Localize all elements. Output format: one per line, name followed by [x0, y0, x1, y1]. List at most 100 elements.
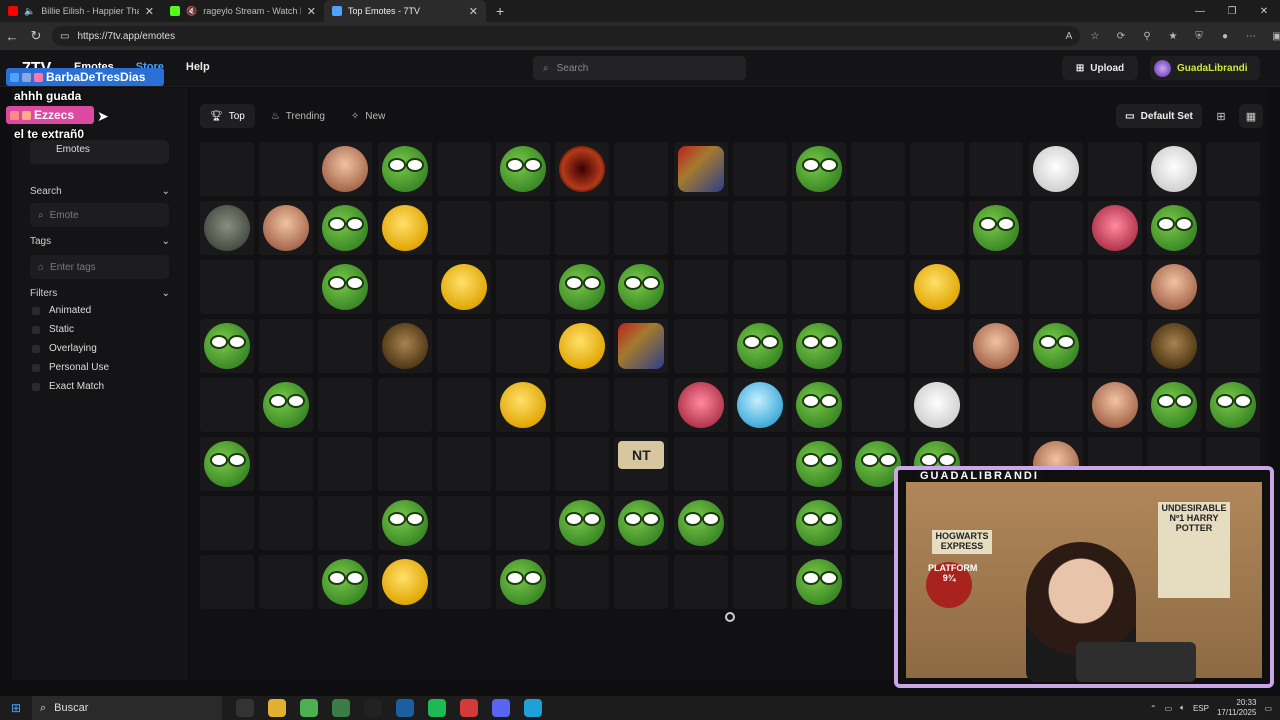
nav-help[interactable]: Help [186, 61, 210, 73]
emote-card[interactable] [200, 142, 254, 196]
emote-card[interactable] [377, 142, 432, 196]
emote-card[interactable] [200, 378, 254, 432]
discord-icon[interactable] [492, 699, 510, 717]
emote-card[interactable] [200, 319, 254, 373]
emote-card[interactable] [910, 260, 965, 314]
emote-card[interactable] [200, 437, 254, 491]
emote-card[interactable] [1028, 319, 1083, 373]
emote-card[interactable] [1147, 201, 1201, 255]
emote-card[interactable] [910, 201, 965, 255]
emote-card[interactable] [969, 378, 1024, 432]
emote-card[interactable] [436, 142, 491, 196]
emote-card[interactable] [851, 378, 906, 432]
emote-card[interactable] [318, 555, 373, 609]
filter-personal-use[interactable]: Personal Use [32, 362, 109, 373]
checkbox[interactable] [32, 344, 40, 353]
emote-card[interactable] [614, 260, 669, 314]
favorites-icon[interactable]: ★ [1164, 31, 1182, 42]
emote-card[interactable] [200, 496, 254, 550]
emote-card[interactable] [495, 496, 550, 550]
emote-card[interactable] [495, 555, 550, 609]
close-window-icon[interactable]: ✕ [1248, 0, 1280, 22]
upload-button[interactable]: ⊞ Upload [1062, 56, 1138, 80]
emote-card[interactable] [259, 260, 314, 314]
checkbox[interactable] [32, 382, 40, 391]
tags-section-header[interactable]: Tags ⌄ [30, 236, 170, 247]
emote-card[interactable] [1147, 319, 1201, 373]
close-tab-icon[interactable]: ✕ [307, 5, 316, 18]
emote-card[interactable] [732, 437, 787, 491]
emote-card[interactable] [555, 555, 610, 609]
emote-card[interactable] [495, 378, 550, 432]
checkbox[interactable] [32, 306, 40, 315]
emote-card[interactable] [436, 319, 491, 373]
emote-card[interactable] [614, 319, 669, 373]
emote-card[interactable] [259, 555, 314, 609]
emote-card[interactable] [969, 319, 1024, 373]
emote-card[interactable] [791, 319, 846, 373]
network-icon[interactable]: ▭ [1165, 704, 1173, 713]
tab-top[interactable]: 🏆︎ Top [200, 104, 255, 128]
emote-card[interactable] [969, 260, 1024, 314]
windows-start-icon[interactable]: ⊞ [0, 701, 32, 715]
checkbox[interactable] [32, 325, 40, 334]
emote-card[interactable] [259, 319, 314, 373]
emote-card[interactable] [614, 142, 669, 196]
back-icon[interactable]: ← [0, 29, 24, 44]
clock[interactable]: 20:33 17/11/2025 [1217, 698, 1256, 717]
emote-card[interactable] [791, 378, 846, 432]
spotify-icon[interactable] [428, 699, 446, 717]
emote-card[interactable] [673, 378, 728, 432]
emote-card[interactable] [1028, 378, 1083, 432]
emote-card[interactable] [1087, 378, 1142, 432]
emote-card[interactable] [200, 201, 254, 255]
emote-card[interactable] [910, 142, 965, 196]
minimize-icon[interactable]: — [1184, 0, 1216, 22]
app-icon[interactable] [300, 699, 318, 717]
emote-card[interactable] [1147, 260, 1201, 314]
refresh-extension-icon[interactable]: ⟳ [1112, 31, 1130, 42]
emote-search-input[interactable]: ⌕ Emote [30, 203, 169, 227]
emote-card[interactable] [1206, 319, 1261, 373]
emote-card[interactable] [851, 201, 906, 255]
close-tab-icon[interactable]: ✕ [469, 5, 478, 18]
emote-card[interactable] [436, 437, 491, 491]
emote-card[interactable] [910, 319, 965, 373]
emote-card[interactable] [673, 142, 728, 196]
epic-games-icon[interactable] [364, 699, 382, 717]
speaker-icon[interactable]: 🔈 [24, 6, 35, 17]
emote-card[interactable] [1087, 319, 1142, 373]
emote-card[interactable] [673, 201, 728, 255]
emote-card[interactable] [555, 319, 610, 373]
obs-icon[interactable] [460, 699, 478, 717]
emote-card[interactable] [673, 496, 728, 550]
emote-card[interactable] [318, 378, 373, 432]
url-field[interactable]: ▭ https://7tv.app/emotes [52, 26, 1080, 46]
reload-icon[interactable]: ↻ [24, 28, 48, 44]
volume-icon[interactable]: 🔈︎ [1180, 703, 1185, 713]
emote-card[interactable] [318, 319, 373, 373]
emote-card[interactable] [436, 555, 491, 609]
edge-icon[interactable] [524, 699, 542, 717]
emote-card[interactable] [436, 201, 491, 255]
tab-new[interactable]: ✧ New [341, 104, 395, 128]
emote-card[interactable] [910, 378, 965, 432]
emote-card[interactable] [732, 378, 787, 432]
language-indicator[interactable]: ESP [1193, 704, 1209, 713]
emote-card[interactable] [732, 201, 787, 255]
task-view-icon[interactable] [236, 699, 254, 717]
bookmark-star-icon[interactable]: ☆ [1086, 31, 1104, 42]
more-menu-icon[interactable]: ⋯ [1242, 31, 1260, 42]
emote-card[interactable] [614, 378, 669, 432]
translate-icon[interactable]: A [1060, 31, 1078, 42]
emote-card[interactable] [495, 142, 550, 196]
emote-card[interactable] [791, 555, 846, 609]
emote-card[interactable] [614, 555, 669, 609]
emote-card[interactable] [1206, 142, 1261, 196]
emote-card[interactable] [555, 142, 610, 196]
emote-card[interactable] [495, 437, 550, 491]
emote-card[interactable] [318, 201, 373, 255]
filter-animated[interactable]: Animated [32, 305, 91, 316]
emote-card[interactable] [377, 555, 432, 609]
emote-card[interactable] [791, 437, 846, 491]
